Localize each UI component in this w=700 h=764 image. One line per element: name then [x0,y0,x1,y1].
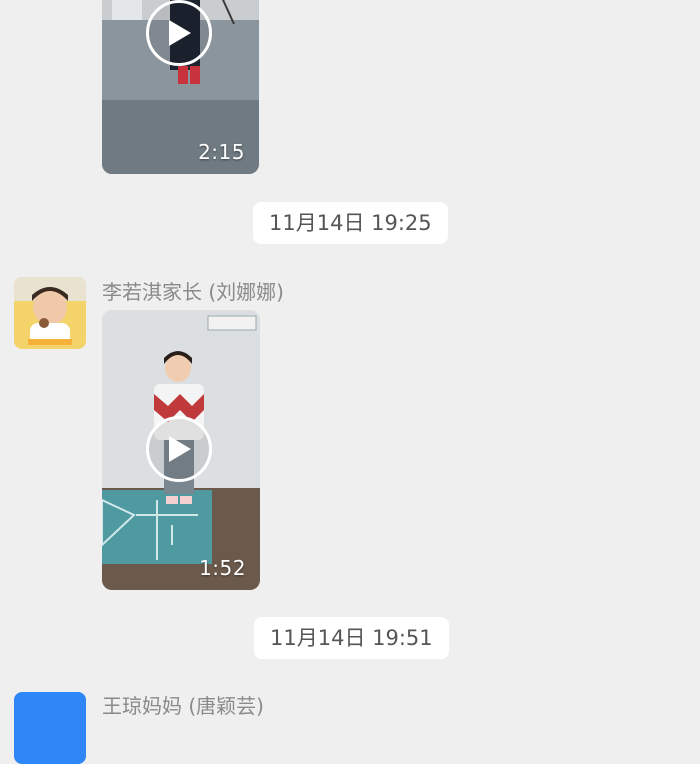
child-photo-avatar-icon [14,277,86,349]
sender-avatar[interactable] [14,277,86,349]
sender-name: 李若淇家长 (刘娜娜) [102,280,284,304]
sender-name: 王琼妈妈 (唐颖芸) [102,694,264,718]
sender-avatar[interactable] [14,692,86,764]
blue-avatar-icon [14,692,86,764]
timestamp-divider: 11月14日 19:51 [254,617,449,659]
video-duration: 1:52 [199,556,246,580]
video-duration: 2:15 [198,140,245,164]
play-icon[interactable] [146,416,212,482]
video-message-2[interactable]: 1:52 [102,310,260,590]
video-message-1[interactable]: 2:15 [102,0,259,174]
timestamp-divider: 11月14日 19:25 [253,202,448,244]
play-icon[interactable] [146,0,212,66]
